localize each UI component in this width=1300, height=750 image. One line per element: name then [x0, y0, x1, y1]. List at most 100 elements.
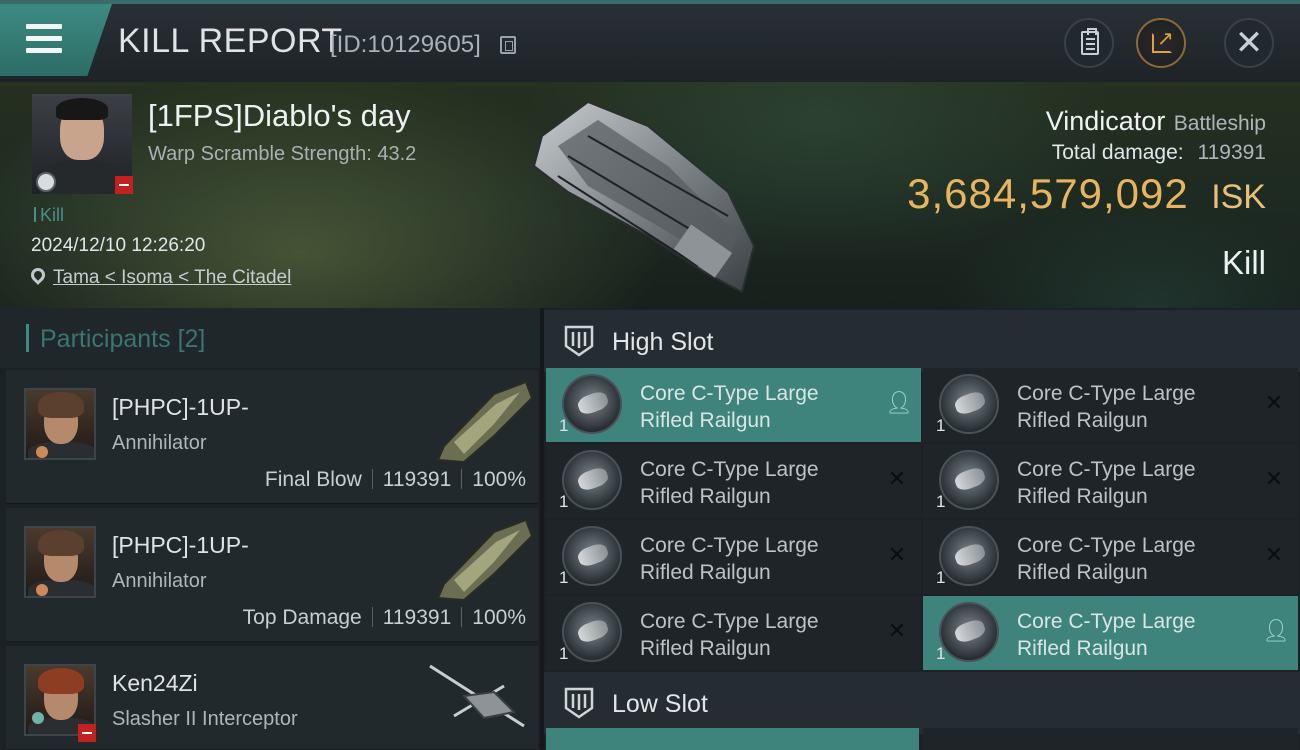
corp-logo-icon [36, 172, 56, 192]
report-id: [ID:10129605] [330, 31, 481, 58]
hamburger-icon [26, 24, 62, 54]
share-icon [1152, 26, 1174, 53]
kill-datetime: 2024/12/10 12:26:20 [31, 235, 206, 256]
warp-scramble-strength: Warp Scramble Strength: 43.2 [148, 143, 417, 165]
module-name: Core C-Type Large Rifled Railgun [1017, 610, 1196, 660]
participants-header: Participants [2] [0, 308, 540, 368]
module-quantity: 1 [936, 644, 946, 663]
participant-stats: Final Blow 119391 100% [265, 468, 526, 492]
corp-logo-icon [32, 712, 44, 724]
x-icon: ✕ [887, 467, 907, 492]
x-icon: ✕ [887, 543, 907, 568]
railgun-module-icon [562, 374, 622, 434]
person-icon: 👤︎ [885, 391, 913, 416]
high-slot-header: High Slot [544, 310, 1300, 372]
ship-name[interactable]: Vindicator [1046, 106, 1166, 136]
close-button[interactable]: ✕ [1224, 18, 1274, 68]
railgun-module-icon [562, 602, 622, 662]
module-quantity: 1 [559, 644, 569, 663]
menu-button[interactable] [0, 4, 112, 76]
participants-panel: Participants [2] [PHPC]-1UP- Annihilator… [0, 308, 540, 750]
high-slot-icon [564, 325, 594, 357]
kill-result: Kill [1221, 244, 1266, 281]
participant-avatar[interactable] [24, 526, 96, 598]
participant-damage: 119391 [382, 606, 452, 629]
participant-name: [PHPC]-1UP- [112, 532, 249, 558]
participant-row[interactable]: [PHPC]-1UP- Annihilator Final Blow 119391… [6, 370, 538, 504]
participant-ship: Annihilator [112, 432, 207, 454]
participant-ship-image [436, 380, 534, 464]
clipboard-button[interactable] [1064, 18, 1114, 68]
isk-unit: ISK [1211, 178, 1266, 216]
x-icon: ✕ [1264, 467, 1284, 492]
corp-logo-icon [36, 446, 48, 458]
x-icon: ✕ [1264, 391, 1284, 416]
standing-minus-icon [78, 724, 96, 742]
module-slot[interactable]: 1 Core C-Type Large Rifled Railgun ✕ [923, 444, 1298, 518]
module-slot[interactable]: 1 Core C-Type Large Rifled Railgun ✕ [546, 520, 921, 594]
isk-value: 3,684,579,092 ISK [907, 170, 1266, 218]
high-slot-title: High Slot [612, 328, 714, 356]
railgun-module-icon [939, 526, 999, 586]
module-quantity: 1 [936, 568, 946, 587]
participant-avatar[interactable] [24, 388, 96, 460]
participant-percent: 100% [472, 468, 526, 491]
participant-row[interactable]: Ken24Zi Slasher II Interceptor [6, 646, 538, 750]
victim-ship-type: Vindicator Battleship [1046, 106, 1266, 137]
x-icon: ✕ [887, 619, 907, 644]
participant-percent: 100% [472, 606, 526, 629]
module-slot[interactable]: 1 Core C-Type Large Rifled Railgun ✕ [546, 596, 921, 670]
low-slot-header: Low Slot [544, 672, 1300, 734]
module-name: Core C-Type Large Rifled Railgun [640, 382, 819, 432]
module-slot[interactable]: 1 Core C-Type Large Rifled Railgun 👤︎ [546, 368, 921, 442]
module-slot[interactable]: 1 Core C-Type Large Rifled Railgun 👤︎ [923, 596, 1298, 670]
module-name: Core C-Type Large Rifled Railgun [1017, 534, 1196, 584]
x-icon: ✕ [1264, 543, 1284, 568]
low-slot-icon [564, 687, 594, 719]
participant-name: [PHPC]-1UP- [112, 394, 249, 420]
participant-name: Ken24Zi [112, 670, 198, 696]
participant-ship: Annihilator [112, 570, 207, 592]
total-damage: Total damage: 119391 [1052, 141, 1266, 165]
participant-ship-image [429, 664, 525, 728]
participant-role: Top Damage [242, 606, 362, 629]
victim-name[interactable]: [1FPS]Diablo's day [148, 98, 411, 134]
total-damage-value: 119391 [1197, 141, 1266, 164]
share-button[interactable] [1136, 18, 1186, 68]
participants-title: Participants [2] [40, 325, 206, 353]
participant-ship-image [436, 518, 534, 602]
clipboard-icon [1081, 28, 1099, 55]
participant-ship: Slasher II Interceptor [112, 708, 298, 730]
page-title: KILL REPORT [118, 22, 343, 60]
low-slot-title: Low Slot [612, 690, 708, 718]
module-quantity: 1 [559, 568, 569, 587]
module-name: Core C-Type Large Rifled Railgun [1017, 382, 1196, 432]
module-slot[interactable]: 1 Core C-Type Large Rifled Railgun ✕ [923, 368, 1298, 442]
fitting-panel: High Slot 1 Core C-Type Large Rifled Rail… [544, 308, 1300, 750]
header-bar: KILL REPORT [ID:10129605] ✕ [0, 0, 1300, 82]
kill-tag: Kill [34, 205, 64, 226]
railgun-module-icon [562, 526, 622, 586]
module-quantity: 1 [936, 416, 946, 435]
railgun-module-icon [939, 450, 999, 510]
participant-role: Final Blow [264, 468, 362, 491]
participant-row[interactable]: [PHPC]-1UP- Annihilator Top Damage 119391… [6, 508, 538, 642]
copy-icon[interactable] [500, 36, 516, 54]
module-quantity: 1 [559, 492, 569, 511]
module-name: Core C-Type Large Rifled Railgun [640, 610, 819, 660]
railgun-module-icon [939, 602, 999, 662]
participant-stats: Top Damage 119391 100% [243, 606, 526, 630]
module-quantity: 1 [936, 492, 946, 511]
railgun-module-icon [939, 374, 999, 434]
module-slot[interactable]: 1 Core C-Type Large Rifled Railgun ✕ [923, 520, 1298, 594]
location-link[interactable]: Tama < Isoma < The Citadel [53, 267, 291, 289]
close-icon: ✕ [1234, 23, 1264, 63]
victim-ship-image[interactable] [528, 96, 764, 296]
module-slot[interactable] [546, 728, 919, 750]
module-slot[interactable] [923, 728, 1298, 750]
participant-damage: 119391 [382, 468, 452, 491]
module-name: Core C-Type Large Rifled Railgun [640, 534, 819, 584]
person-icon: 👤︎ [1262, 619, 1290, 644]
module-slot[interactable]: 1 Core C-Type Large Rifled Railgun ✕ [546, 444, 921, 518]
module-quantity: 1 [559, 416, 569, 435]
